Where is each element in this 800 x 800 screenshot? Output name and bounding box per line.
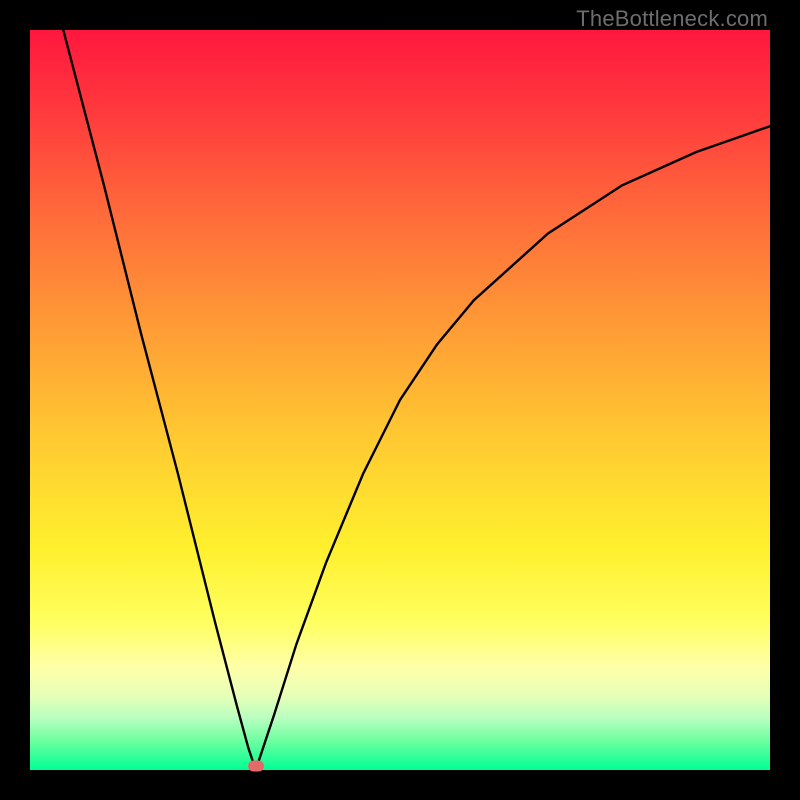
chart-frame: TheBottleneck.com: [0, 0, 800, 800]
optimal-marker: [248, 760, 264, 771]
curve-right-branch: [257, 126, 770, 765]
watermark-text: TheBottleneck.com: [576, 6, 768, 32]
bottleneck-curve: [30, 30, 770, 770]
plot-area: [30, 30, 770, 770]
curve-left-branch: [63, 30, 254, 766]
